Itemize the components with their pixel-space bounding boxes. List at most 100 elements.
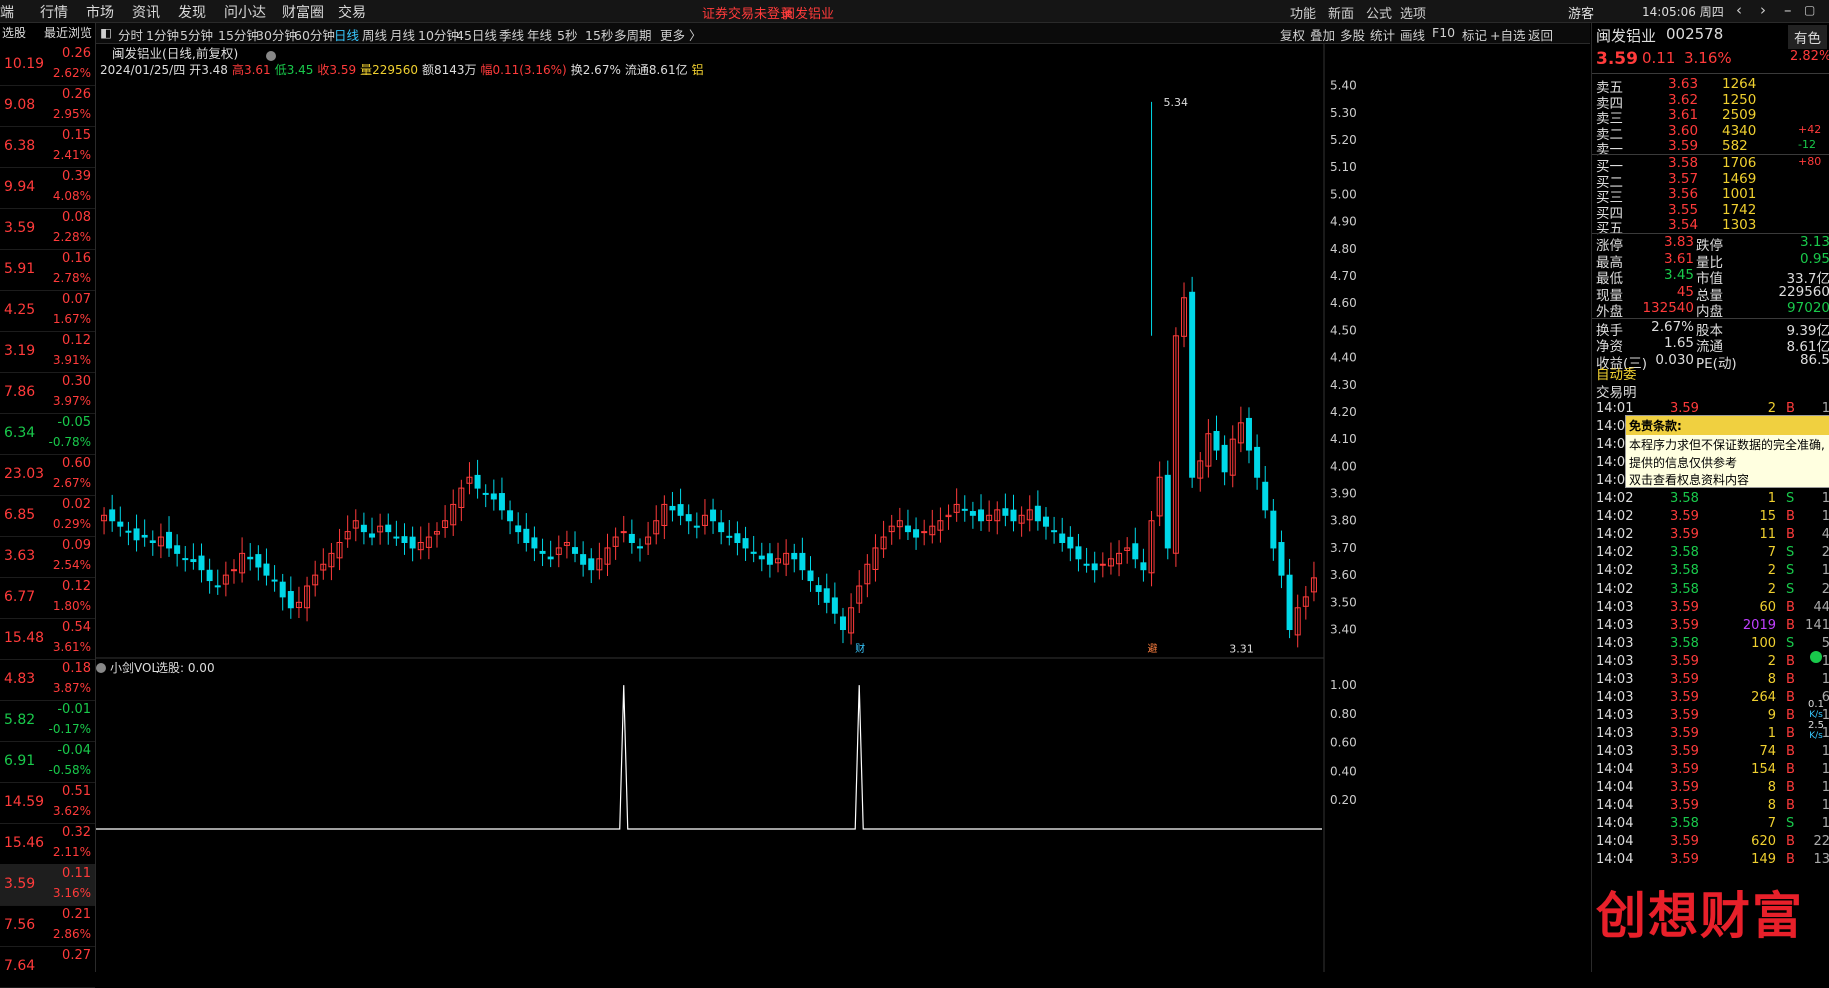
stock-list-item[interactable]: 7.86 0.30 3.97% — [0, 372, 95, 414]
period-tab-13[interactable]: 5秒 — [557, 25, 577, 44]
tool-button-6[interactable]: 标记 — [1462, 25, 1487, 44]
list-change: 0.21 — [62, 907, 91, 922]
list-change: -0.04 — [57, 743, 91, 758]
period-tab-2[interactable]: 5分钟 — [180, 25, 213, 44]
tick-time: 14:02 — [1596, 509, 1634, 525]
tick-row: 14:03 3.59 2019 B 141 — [1592, 618, 1829, 636]
book-price: 3.60 — [1668, 122, 1699, 139]
stock-list-item[interactable]: 3.59 0.11 3.16% — [0, 864, 95, 906]
forward-icon[interactable]: › — [1760, 1, 1766, 19]
period-tab-14[interactable]: 15秒 — [585, 25, 613, 44]
stock-list-item[interactable]: 14.59 0.51 3.62% — [0, 782, 95, 824]
menu-6[interactable]: 财富圈 — [282, 2, 324, 22]
tick-side: B — [1786, 725, 1795, 741]
settings-icon[interactable] — [266, 51, 276, 61]
book-delta: -12 — [1798, 138, 1816, 152]
stock-list-item[interactable]: 6.38 0.15 2.41% — [0, 126, 95, 168]
stock-list-item[interactable]: 5.91 0.16 2.78% — [0, 249, 95, 291]
tool-button-1[interactable]: 叠加 — [1310, 25, 1335, 44]
recent-tab[interactable]: 最近浏览 — [44, 24, 92, 41]
menu-2[interactable]: 市场 — [86, 2, 114, 22]
tool-button-4[interactable]: 画线 — [1400, 25, 1425, 44]
stock-list-item[interactable]: 10.19 0.26 2.62% — [0, 44, 95, 86]
finance-marker[interactable]: 财 — [855, 642, 865, 655]
tool-button-2[interactable]: 多股 — [1340, 25, 1365, 44]
stock-list-item[interactable]: 4.25 0.07 1.67% — [0, 290, 95, 332]
stock-list-item[interactable]: 15.46 0.32 2.11% — [0, 823, 95, 865]
list-price: 5.91 — [4, 261, 36, 277]
stock-list-item[interactable]: 3.59 0.08 2.28% — [0, 208, 95, 250]
period-tab-3[interactable]: 15分钟 — [218, 25, 259, 44]
tool-button-3[interactable]: 统计 — [1370, 25, 1395, 44]
candle-body — [580, 554, 587, 565]
menu-3[interactable]: 资讯 — [132, 2, 160, 22]
list-change: 0.15 — [62, 128, 91, 143]
period-tab-4[interactable]: 30分钟 — [256, 25, 297, 44]
right-menu-2[interactable]: 公式 — [1366, 3, 1392, 22]
period-tab-10[interactable]: 45日线 — [456, 25, 497, 44]
sector-badge[interactable]: 有色 — [1788, 25, 1827, 49]
kline-chart[interactable]: 5.40 5.30 5.20 5.10 5.00 4.90 4.80 4.70 4.60 4.50… — [96, 44, 1590, 972]
price-axis-tick: 5.00 — [1330, 187, 1357, 201]
list-change: 0.08 — [62, 210, 91, 225]
event-marker[interactable]: 避 — [1147, 642, 1157, 655]
period-tab-16[interactable]: 更多 〉 — [660, 25, 701, 44]
stock-list-item[interactable]: 9.94 0.39 4.08% — [0, 167, 95, 209]
period-tab-9[interactable]: 10分钟 — [418, 25, 459, 44]
maximize-icon[interactable]: ▢ — [1804, 3, 1815, 17]
right-menu-0[interactable]: 功能 — [1290, 3, 1316, 22]
auto-order-label[interactable]: 自动委 — [1596, 363, 1637, 383]
tool-button-5[interactable]: F10 — [1432, 25, 1455, 40]
period-tab-5[interactable]: 60分钟 — [294, 25, 335, 44]
stock-list-item[interactable]: 6.34 -0.05 -0.78% — [0, 413, 95, 455]
period-tab-0[interactable]: 分时 — [118, 25, 143, 44]
period-tab-11[interactable]: 季线 — [499, 25, 524, 44]
panel-toggle-icon[interactable]: ◧ — [100, 25, 112, 40]
notice-stock[interactable]: 闽发铝业 — [782, 3, 834, 22]
stock-list-item[interactable]: 15.48 0.54 3.61% — [0, 618, 95, 660]
stock-list-item[interactable]: 6.77 0.12 1.80% — [0, 577, 95, 619]
right-menu-3[interactable]: 选项 — [1400, 3, 1426, 22]
list-change: 0.39 — [62, 169, 91, 184]
stock-list-item[interactable]: 7.56 0.21 2.86% — [0, 905, 95, 947]
menu-0[interactable]: 端 — [0, 2, 14, 22]
stock-list-item[interactable]: 4.83 0.18 3.87% — [0, 659, 95, 701]
candle-body — [839, 616, 846, 631]
back-icon[interactable]: ‹ — [1736, 1, 1742, 19]
candle-body — [360, 524, 367, 533]
stock-list-item[interactable]: 23.03 0.60 2.67% — [0, 454, 95, 496]
menu-1[interactable]: 行情 — [40, 2, 68, 22]
tool-button-8[interactable]: 返回 — [1528, 25, 1553, 44]
tool-button-7[interactable]: +自选 — [1490, 25, 1525, 44]
tick-side: B — [1786, 798, 1795, 814]
stock-list-item[interactable]: 9.08 0.26 2.95% — [0, 85, 95, 127]
period-tab-7[interactable]: 周线 — [362, 25, 387, 44]
stock-list-item[interactable]: 3.63 0.09 2.54% — [0, 536, 95, 578]
list-change: -0.01 — [57, 702, 91, 717]
stock-list-item[interactable]: 6.91 -0.04 -0.58% — [0, 741, 95, 783]
menu-4[interactable]: 发现 — [178, 2, 206, 22]
stock-list-item[interactable]: 7.64 0.27 — [0, 946, 95, 988]
book-price: 3.57 — [1668, 170, 1699, 187]
minimize-icon[interactable]: – — [1784, 1, 1792, 19]
indicator-settings-icon[interactable] — [96, 663, 106, 673]
period-tab-8[interactable]: 月线 — [390, 25, 415, 44]
stock-filter-tab[interactable]: 选股 — [2, 24, 26, 41]
stock-list-item[interactable]: 6.85 0.02 0.29% — [0, 495, 95, 537]
candle-body — [1075, 546, 1082, 560]
tick-time: 14:04 — [1596, 780, 1634, 796]
period-tab-6[interactable]: 日线 — [334, 25, 359, 44]
candle-body — [823, 588, 830, 603]
login-notice[interactable]: 证券交易未登录 — [702, 3, 793, 22]
menu-7[interactable]: 交易 — [338, 2, 366, 22]
period-tab-12[interactable]: 年线 — [527, 25, 552, 44]
guest-label[interactable]: 游客 — [1568, 3, 1594, 22]
period-tab-1[interactable]: 1分钟 — [146, 25, 179, 44]
stock-list-item[interactable]: 5.82 -0.01 -0.17% — [0, 700, 95, 742]
menu-5[interactable]: 问小达 — [224, 2, 266, 22]
tool-button-0[interactable]: 复权 — [1280, 25, 1305, 44]
stock-list-item[interactable]: 3.19 0.12 3.91% — [0, 331, 95, 373]
list-change-pct: -0.78% — [48, 435, 91, 449]
period-tab-15[interactable]: 多周期 — [614, 25, 652, 44]
right-menu-1[interactable]: 新面 — [1328, 3, 1354, 22]
